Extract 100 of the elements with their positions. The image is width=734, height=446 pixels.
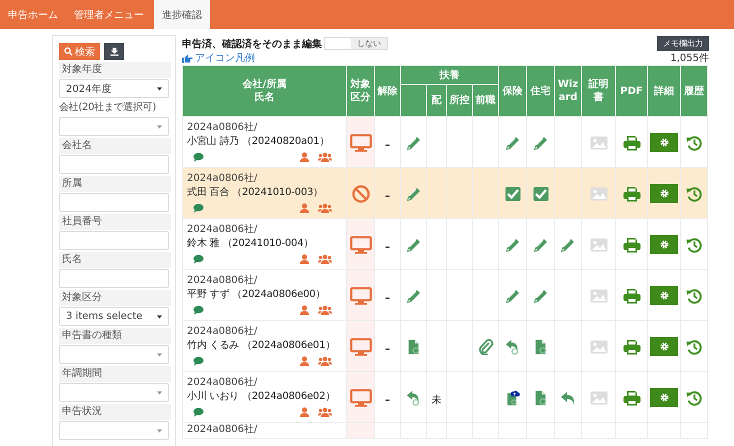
person-icon[interactable] xyxy=(299,407,310,417)
detail-button[interactable] xyxy=(650,184,678,204)
select-field[interactable] xyxy=(59,421,169,440)
checkbox-icon[interactable] xyxy=(532,186,548,202)
printer-icon[interactable] xyxy=(622,339,640,356)
filter-label: 会社名 xyxy=(59,138,171,154)
input-field[interactable] xyxy=(59,269,169,288)
person-icon[interactable] xyxy=(299,203,310,213)
column-header: PDF xyxy=(616,66,648,116)
input-field[interactable] xyxy=(59,193,169,212)
printer-icon[interactable] xyxy=(622,186,640,202)
memo-export-button[interactable]: メモ欄出力 xyxy=(657,36,709,51)
pencil-icon[interactable] xyxy=(504,288,520,304)
icon-legend-link[interactable]: アイコン凡例 xyxy=(182,51,255,65)
history-icon[interactable] xyxy=(685,288,703,304)
table-cell: 未 xyxy=(432,394,442,406)
input-field[interactable] xyxy=(59,231,169,250)
column-header: 解除 xyxy=(374,66,400,116)
pencil-icon[interactable] xyxy=(504,237,520,254)
history-icon[interactable] xyxy=(685,237,703,254)
pencil-icon[interactable] xyxy=(406,288,422,304)
table-cell: – xyxy=(385,140,390,150)
comment-icon[interactable] xyxy=(193,356,204,366)
pencil-icon[interactable] xyxy=(406,135,422,152)
employee-name: 鈴木 雅 （20241010-004） xyxy=(187,236,314,251)
download-button[interactable] xyxy=(104,43,124,60)
reply-clip-icon[interactable] xyxy=(406,390,422,406)
comment-icon[interactable] xyxy=(193,305,204,315)
detail-button[interactable] xyxy=(650,133,678,152)
select-field[interactable] xyxy=(59,117,169,136)
pencil-icon[interactable] xyxy=(406,186,422,202)
filter-label: 対象年度 xyxy=(59,62,171,78)
pencil-icon[interactable] xyxy=(532,237,548,254)
select-field[interactable] xyxy=(59,383,169,402)
history-icon[interactable] xyxy=(685,186,703,202)
group-icon[interactable] xyxy=(318,356,332,366)
employee-name: 小川 いおり （2024a0806e02） xyxy=(187,390,336,404)
detail-button[interactable] xyxy=(650,286,678,306)
detail-button[interactable] xyxy=(650,388,678,408)
pencil-icon[interactable] xyxy=(406,237,422,254)
filter-label: 申告状況 xyxy=(59,404,171,420)
group-icon[interactable] xyxy=(318,305,332,315)
person-icon[interactable] xyxy=(299,152,310,162)
person-icon[interactable] xyxy=(299,356,310,366)
comment-icon[interactable] xyxy=(193,203,204,213)
pencil-icon[interactable] xyxy=(532,288,548,304)
comment-icon[interactable] xyxy=(193,152,204,162)
printer-icon[interactable] xyxy=(622,237,640,254)
history-icon[interactable] xyxy=(685,339,703,356)
document-clip-icon[interactable] xyxy=(532,339,548,356)
input-field[interactable] xyxy=(59,155,169,174)
company-text: 2024a0806社/ xyxy=(187,224,258,236)
person-icon[interactable] xyxy=(299,254,310,264)
history-icon[interactable] xyxy=(685,135,703,152)
nav-tab[interactable]: 進捗確認 xyxy=(154,0,210,29)
caret-icon xyxy=(157,352,162,356)
select-field[interactable]: 3 items selecte xyxy=(59,307,169,326)
person-icon[interactable] xyxy=(299,305,310,315)
paperclip-icon[interactable] xyxy=(478,339,494,356)
checkbox-icon[interactable] xyxy=(504,186,520,202)
reply-icon[interactable] xyxy=(560,390,576,406)
edit-setting-label: 申告済、確認済をそのまま編集 xyxy=(182,37,322,50)
select-field[interactable]: 2024年度 xyxy=(59,79,169,98)
filter-label: 所属 xyxy=(59,176,171,192)
caret-icon xyxy=(157,314,162,318)
toggle-switch[interactable]: しない xyxy=(324,37,388,50)
group-icon[interactable] xyxy=(318,407,332,417)
detail-button[interactable] xyxy=(650,235,678,254)
column-header: 証明書 xyxy=(582,66,616,116)
printer-icon[interactable] xyxy=(622,135,640,152)
table-cell: – xyxy=(385,292,390,304)
gear-icon xyxy=(660,240,668,250)
printer-icon[interactable] xyxy=(622,390,640,406)
column-header: 配 xyxy=(426,84,446,116)
history-icon[interactable] xyxy=(685,390,703,406)
group-icon[interactable] xyxy=(318,254,332,264)
pencil-icon[interactable] xyxy=(504,135,520,152)
company-text: 2024a0806社/ xyxy=(187,275,258,287)
comment-icon[interactable] xyxy=(193,407,204,417)
document-clip-icon[interactable] xyxy=(532,390,548,406)
pencil-icon[interactable] xyxy=(560,237,576,254)
printer-icon[interactable] xyxy=(622,288,640,304)
company-text: 2024a0806社/ xyxy=(187,377,258,389)
employee-name: 竹内 くるみ （2024a0806e01） xyxy=(187,338,336,353)
employee-name: 平野 すず （2024a0806e00） xyxy=(187,288,326,302)
group-icon[interactable] xyxy=(318,203,332,213)
pencil-icon[interactable] xyxy=(532,135,548,152)
column-header: 住宅 xyxy=(526,66,554,116)
column-header: 保険 xyxy=(498,66,526,116)
table-cell: – xyxy=(385,242,390,252)
filter-label: 会社(20社まで選択可) xyxy=(59,100,157,115)
reply-clip-icon[interactable] xyxy=(504,339,520,356)
column-header: 対象区分 xyxy=(346,66,374,116)
select-field[interactable] xyxy=(59,345,169,364)
detail-button[interactable] xyxy=(650,337,678,356)
document-clip-icon[interactable] xyxy=(406,339,422,356)
column-header: 所控 xyxy=(446,84,472,116)
company-text: 2024a0806社/ xyxy=(187,173,258,185)
group-icon[interactable] xyxy=(318,152,332,162)
comment-icon[interactable] xyxy=(193,254,204,264)
